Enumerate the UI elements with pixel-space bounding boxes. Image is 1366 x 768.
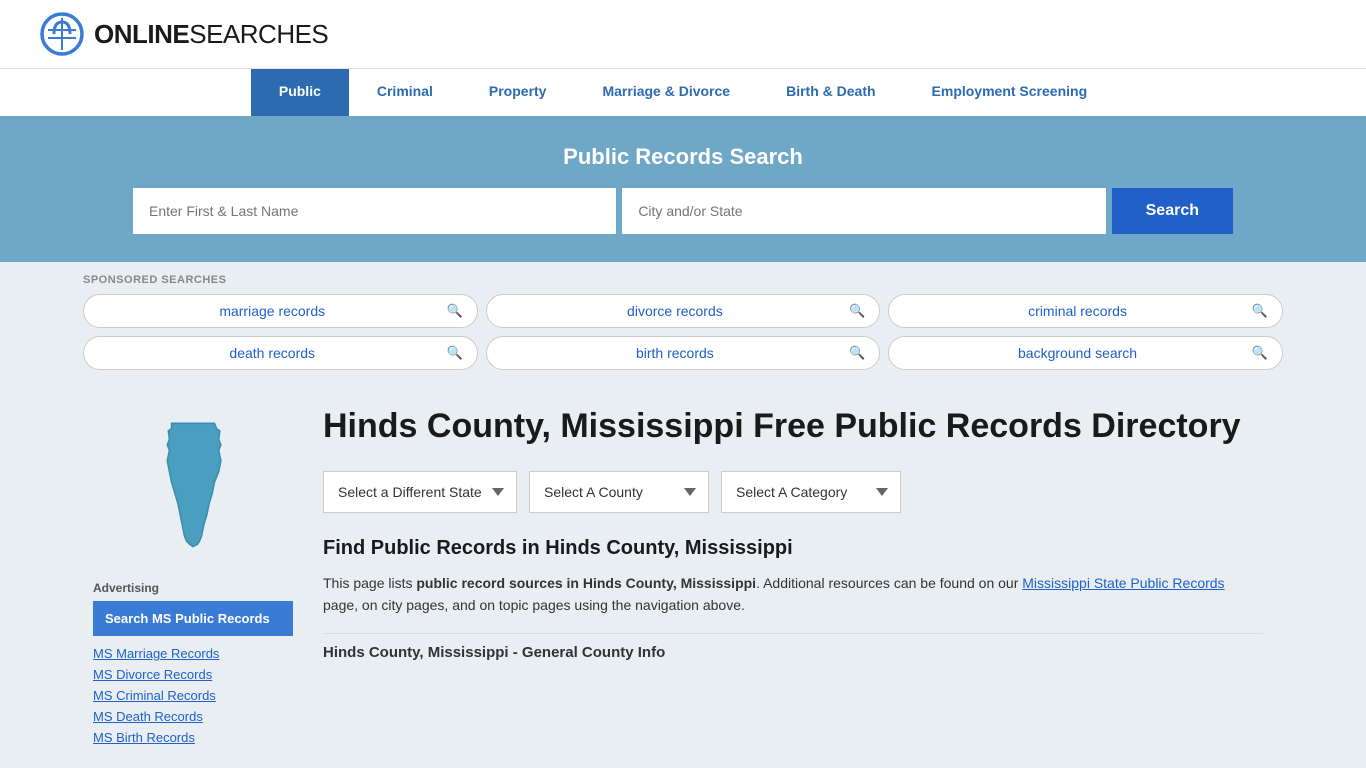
state-dropdown[interactable]: Select a Different State: [323, 471, 517, 513]
sponsored-pill-divorce[interactable]: divorce records 🔍: [486, 294, 881, 328]
sidebar-ad-label: Advertising: [93, 581, 293, 595]
sponsored-pill-background[interactable]: background search 🔍: [888, 336, 1283, 370]
logo-searches-text: SEARCHES: [189, 19, 328, 50]
sponsored-label: SPONSORED SEARCHES: [83, 274, 1283, 286]
search-form: Search: [133, 188, 1233, 234]
logo[interactable]: ONLINE SEARCHES: [40, 12, 328, 56]
location-search-input[interactable]: [622, 188, 1105, 234]
sponsored-pill-marriage-text: marriage records: [98, 303, 446, 319]
find-records-text: This page lists public record sources in…: [323, 572, 1263, 617]
logo-icon: [40, 12, 84, 56]
search-icon-birth: 🔍: [849, 345, 865, 361]
county-dropdown[interactable]: Select A County: [529, 471, 709, 513]
sponsored-pill-birth-text: birth records: [501, 345, 849, 361]
sponsored-pill-birth[interactable]: birth records 🔍: [486, 336, 881, 370]
logo-online-text: ONLINE: [94, 19, 189, 50]
section-divider: [323, 633, 1263, 634]
sponsored-pill-criminal-text: criminal records: [903, 303, 1251, 319]
sponsored-section: SPONSORED SEARCHES marriage records 🔍 di…: [63, 262, 1303, 370]
sponsored-grid: marriage records 🔍 divorce records 🔍 cri…: [83, 294, 1283, 370]
sponsored-pill-death[interactable]: death records 🔍: [83, 336, 478, 370]
category-dropdown[interactable]: Select A Category: [721, 471, 901, 513]
ms-state-records-link[interactable]: Mississippi State Public Records: [1022, 575, 1224, 591]
sidebar-link-marriage[interactable]: MS Marriage Records: [93, 644, 293, 663]
sidebar-links: MS Marriage Records MS Divorce Records M…: [93, 644, 293, 747]
sponsored-pill-death-text: death records: [98, 345, 446, 361]
main-content: Hinds County, Mississippi Free Public Re…: [303, 380, 1283, 765]
sponsored-pill-background-text: background search: [903, 345, 1251, 361]
find-records-title: Find Public Records in Hinds County, Mis…: [323, 537, 1263, 560]
search-icon-background: 🔍: [1252, 345, 1268, 361]
state-map: [133, 418, 253, 571]
sponsored-pill-criminal[interactable]: criminal records 🔍: [888, 294, 1283, 328]
search-icon-death: 🔍: [446, 345, 462, 361]
search-banner: Public Records Search Search: [0, 116, 1366, 262]
sidebar: Advertising Search MS Public Records MS …: [83, 380, 303, 765]
sidebar-link-death[interactable]: MS Death Records: [93, 707, 293, 726]
find-records-bold: public record sources in Hinds County, M…: [416, 575, 756, 591]
page-title: Hinds County, Mississippi Free Public Re…: [323, 406, 1263, 447]
dropdowns-row: Select a Different State Select A County…: [323, 471, 1263, 513]
mississippi-map-svg: [133, 418, 253, 568]
general-info-heading: Hinds County, Mississippi - General Coun…: [323, 644, 1263, 661]
search-banner-title: Public Records Search: [40, 144, 1326, 170]
main-container: Advertising Search MS Public Records MS …: [63, 380, 1303, 765]
main-nav: Public Criminal Property Marriage & Divo…: [0, 68, 1366, 116]
nav-item-property[interactable]: Property: [461, 69, 575, 116]
logo-text: ONLINE SEARCHES: [94, 19, 328, 50]
sponsored-pill-marriage[interactable]: marriage records 🔍: [83, 294, 478, 328]
nav-item-marriage-divorce[interactable]: Marriage & Divorce: [574, 69, 758, 116]
nav-item-criminal[interactable]: Criminal: [349, 69, 461, 116]
search-button[interactable]: Search: [1112, 188, 1233, 234]
site-header: ONLINE SEARCHES: [0, 0, 1366, 68]
nav-item-employment[interactable]: Employment Screening: [904, 69, 1116, 116]
search-icon-divorce: 🔍: [849, 303, 865, 319]
name-search-input[interactable]: [133, 188, 616, 234]
sidebar-ad-highlight[interactable]: Search MS Public Records: [93, 601, 293, 636]
nav-item-birth-death[interactable]: Birth & Death: [758, 69, 903, 116]
sidebar-link-divorce[interactable]: MS Divorce Records: [93, 665, 293, 684]
sidebar-link-birth[interactable]: MS Birth Records: [93, 728, 293, 747]
sidebar-link-criminal[interactable]: MS Criminal Records: [93, 686, 293, 705]
search-icon-marriage: 🔍: [446, 303, 462, 319]
sponsored-pill-divorce-text: divorce records: [501, 303, 849, 319]
search-icon-criminal: 🔍: [1252, 303, 1268, 319]
nav-item-public[interactable]: Public: [251, 69, 349, 116]
